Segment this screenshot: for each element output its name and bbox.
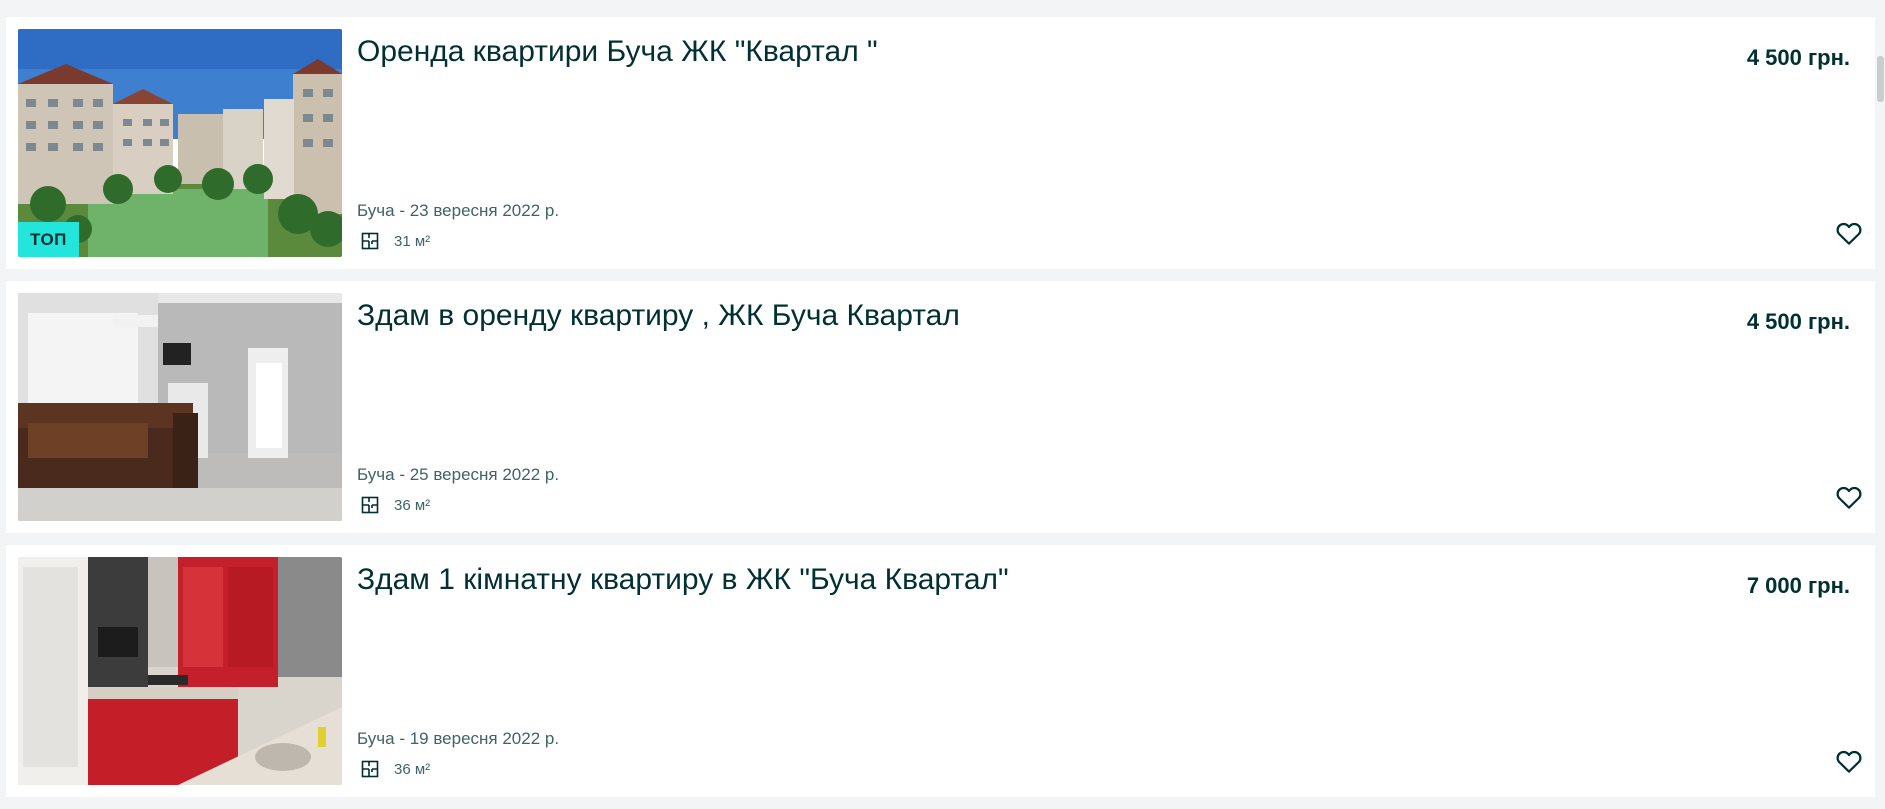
favorite-button[interactable] — [1832, 216, 1866, 250]
listing-title[interactable]: Здам 1 кімнатну квартиру в ЖК "Буча Квар… — [357, 563, 1009, 597]
listing-area: 31 м² — [360, 231, 430, 251]
listing-location-date: Буча - 23 вересня 2022 р. — [357, 201, 560, 220]
heart-outline-icon — [1836, 222, 1862, 245]
heart-outline-icon — [1836, 486, 1862, 509]
listing-photo[interactable] — [18, 557, 342, 785]
kitchen-photo — [18, 557, 342, 785]
listing-card[interactable]: Здам 1 кімнатну квартиру в ЖК "Буча Квар… — [6, 545, 1876, 797]
favorite-button[interactable] — [1832, 744, 1866, 778]
listing-photo[interactable]: ТОП — [18, 29, 342, 257]
listing-price: 4 500 грн. — [1746, 309, 1850, 334]
listing-card[interactable]: ТОП Оренда квартири Буча ЖК "Квартал " 4… — [6, 17, 1876, 269]
top-badge: ТОП — [18, 222, 79, 257]
floor-plan-icon — [361, 496, 379, 514]
listing-card[interactable]: Здам в оренду квартиру , ЖК Буча Квартал… — [6, 281, 1876, 533]
floor-plan-icon — [361, 232, 379, 250]
living-room-photo — [18, 293, 342, 521]
listing-title[interactable]: Здам в оренду квартиру , ЖК Буча Квартал — [357, 299, 960, 333]
listing-area-value: 31 м² — [394, 232, 431, 250]
listing-price: 4 500 грн. — [1746, 45, 1850, 70]
listing-area: 36 м² — [360, 495, 430, 515]
floor-plan-icon — [361, 760, 379, 778]
listing-title[interactable]: Оренда квартири Буча ЖК "Квартал " — [357, 35, 878, 69]
listing-price: 7 000 грн. — [1746, 573, 1850, 598]
scrollbar-thumb[interactable] — [1877, 56, 1884, 102]
listing-area-value: 36 м² — [394, 760, 431, 778]
scrollbar[interactable] — [1875, 0, 1885, 809]
listing-photo[interactable] — [18, 293, 342, 521]
listing-area: 36 м² — [360, 759, 430, 779]
listing-location-date: Буча - 25 вересня 2022 р. — [357, 465, 560, 484]
listing-location-date: Буча - 19 вересня 2022 р. — [357, 729, 560, 748]
heart-outline-icon — [1836, 750, 1862, 773]
listing-area-value: 36 м² — [394, 496, 431, 514]
favorite-button[interactable] — [1832, 480, 1866, 514]
